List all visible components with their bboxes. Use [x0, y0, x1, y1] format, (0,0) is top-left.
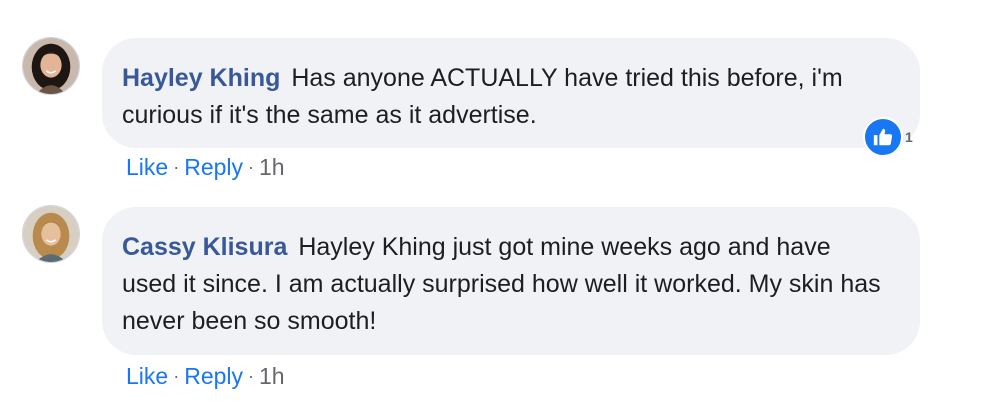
separator: ·	[248, 366, 255, 386]
timestamp[interactable]: 1h	[259, 152, 285, 182]
reply-link[interactable]: Reply	[184, 361, 243, 391]
reply-link[interactable]: Reply	[184, 152, 243, 182]
avatar[interactable]	[22, 205, 80, 263]
comment-actions: Like · Reply · 1h	[126, 361, 285, 391]
avatar-photo	[23, 38, 79, 94]
comment-bubble: Hayley Khing Has anyone ACTUALLY have tr…	[102, 38, 920, 148]
reaction-count: 1	[905, 129, 913, 145]
comment-bubble: Cassy Klisura Hayley Khing just got mine…	[102, 207, 920, 355]
comment: Cassy Klisura Hayley Khing just got mine…	[0, 200, 1008, 402]
like-link[interactable]: Like	[126, 152, 168, 182]
avatar[interactable]	[22, 37, 80, 95]
timestamp[interactable]: 1h	[259, 361, 285, 391]
reaction-summary[interactable]: 1	[863, 117, 913, 157]
separator: ·	[173, 366, 180, 386]
comment-author[interactable]: Cassy Klisura	[122, 233, 287, 261]
avatar-photo	[23, 206, 79, 262]
comment-author[interactable]: Hayley Khing	[122, 64, 280, 92]
like-link[interactable]: Like	[126, 361, 168, 391]
comment-actions: Like · Reply · 1h	[126, 152, 285, 182]
comment: Hayley Khing Has anyone ACTUALLY have tr…	[0, 0, 1008, 200]
separator: ·	[248, 157, 255, 177]
separator: ·	[173, 157, 180, 177]
like-icon	[863, 117, 903, 157]
